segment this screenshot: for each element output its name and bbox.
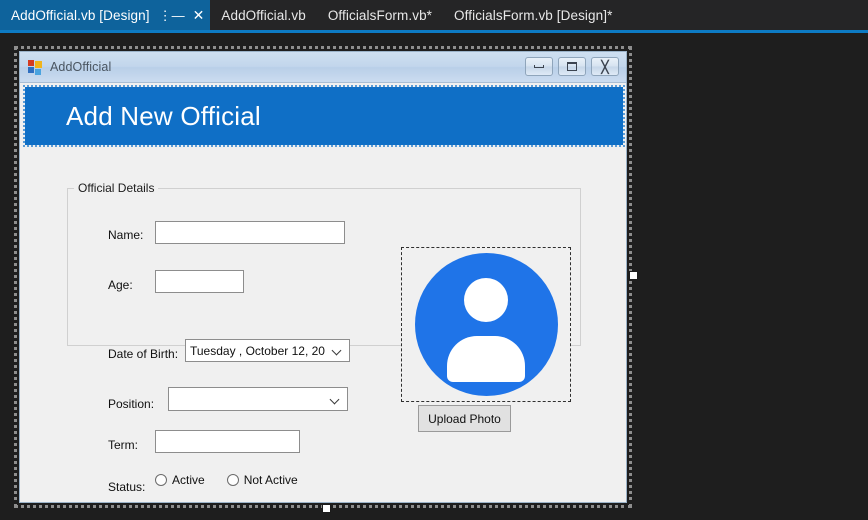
term-input[interactable] bbox=[155, 430, 300, 453]
header-banner-selection: Add New Official bbox=[23, 85, 625, 147]
date-of-birth-value: Tuesday , October 12, 20 bbox=[190, 343, 325, 358]
resize-handle-right[interactable] bbox=[629, 271, 638, 280]
chevron-down-icon bbox=[330, 394, 341, 405]
close-button[interactable]: ╳ bbox=[591, 57, 619, 76]
tab-officialsform-code[interactable]: OfficialsForm.vb* bbox=[317, 0, 443, 30]
status-label: Status: bbox=[108, 480, 146, 494]
term-label: Term: bbox=[108, 438, 138, 452]
save-button[interactable]: Save bbox=[279, 502, 389, 503]
tab-label: AddOfficial.vb bbox=[221, 7, 306, 23]
form-title-bar: AddOfficial ╳ bbox=[20, 52, 626, 83]
date-of-birth-label: Date of Birth: bbox=[108, 347, 179, 361]
groupbox-title: Official Details bbox=[74, 181, 159, 195]
name-input[interactable] bbox=[155, 221, 345, 244]
close-icon[interactable]: ✕ bbox=[193, 8, 205, 22]
tab-addofficial-design[interactable]: AddOfficial.vb [Design] ⋮— ✕ bbox=[0, 0, 211, 30]
upload-photo-button[interactable]: Upload Photo bbox=[418, 405, 511, 432]
minimize-icon bbox=[534, 65, 544, 68]
editor-tab-strip: AddOfficial.vb [Design] ⋮— ✕ AddOfficial… bbox=[0, 0, 868, 30]
form-title-text: AddOfficial bbox=[50, 60, 112, 74]
window-controls: ╳ bbox=[525, 57, 619, 76]
radio-circle-icon bbox=[226, 474, 239, 486]
position-label: Position: bbox=[108, 397, 155, 411]
maximize-button[interactable] bbox=[558, 57, 586, 76]
form-designer-canvas[interactable]: AddOfficial ╳ Add New Official Official … bbox=[0, 33, 868, 520]
photo-picturebox[interactable] bbox=[401, 247, 571, 402]
header-banner[interactable]: Add New Official bbox=[25, 87, 623, 145]
age-label: Age: bbox=[108, 278, 133, 292]
chevron-down-icon bbox=[332, 345, 343, 356]
vb-form-icon bbox=[28, 59, 43, 75]
status-radio-active[interactable]: Active bbox=[155, 473, 205, 487]
resize-handle-bottom[interactable] bbox=[322, 504, 331, 513]
status-radio-not-active[interactable]: Not Active bbox=[226, 473, 298, 487]
tab-label: OfficialsForm.vb* bbox=[327, 7, 433, 23]
tab-officialsform-design[interactable]: OfficialsForm.vb [Design]* bbox=[443, 0, 623, 30]
date-of-birth-picker[interactable]: Tuesday , October 12, 20 bbox=[185, 339, 350, 362]
status-radio-not-active-label: Not Active bbox=[243, 473, 298, 487]
status-radio-active-label: Active bbox=[172, 473, 205, 487]
person-avatar-icon bbox=[414, 253, 558, 396]
radio-circle-icon bbox=[155, 474, 167, 486]
tab-label: OfficialsForm.vb [Design]* bbox=[454, 7, 613, 23]
age-input[interactable] bbox=[155, 270, 244, 293]
name-label: Name: bbox=[108, 228, 144, 242]
status-radio-group: Active Not Active bbox=[155, 473, 298, 487]
position-combobox[interactable] bbox=[168, 387, 348, 411]
tab-label: AddOfficial.vb [Design] bbox=[11, 7, 150, 23]
maximize-icon bbox=[567, 62, 577, 71]
addofficial-form[interactable]: AddOfficial ╳ Add New Official Official … bbox=[19, 51, 627, 503]
tab-addofficial-code[interactable]: AddOfficial.vb bbox=[210, 0, 316, 30]
minimize-button[interactable] bbox=[525, 57, 553, 76]
close-icon: ╳ bbox=[601, 59, 609, 74]
pin-icon[interactable]: ⋮— bbox=[159, 9, 185, 22]
page-title: Add New Official bbox=[66, 100, 261, 131]
